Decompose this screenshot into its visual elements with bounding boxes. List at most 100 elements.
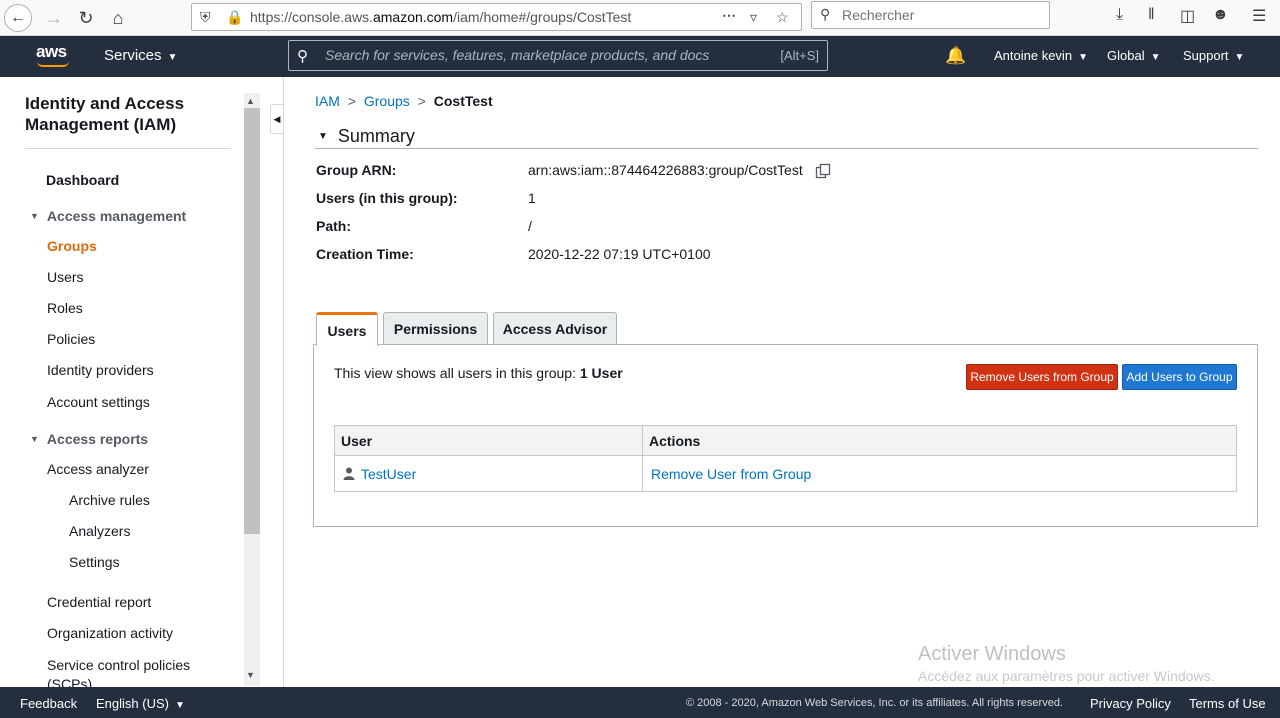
triangle-down-icon: ▼ [318, 131, 328, 142]
sidebar-item-account-settings[interactable]: Account settings [47, 394, 150, 410]
service-search-input[interactable] [325, 47, 745, 63]
pocket-icon[interactable]: ▿ [750, 9, 757, 26]
remove-user-from-group-link[interactable]: Remove User from Group [651, 466, 811, 482]
region-menu[interactable]: Global ▼ [1107, 48, 1160, 63]
service-search-box[interactable]: ⚲ [Alt+S] [288, 40, 828, 71]
browser-search-box[interactable]: ⚲ [811, 1, 1050, 29]
sidebar-scroll-thumb[interactable] [244, 108, 260, 534]
triangle-down-icon: ▼ [30, 211, 39, 221]
sidebar-item-policies[interactable]: Policies [47, 331, 95, 347]
bookmark-star-icon[interactable]: ☆ [776, 9, 789, 26]
windows-activation-watermark-title: Activer Windows [918, 643, 1066, 665]
remove-users-button[interactable]: Remove Users from Group [966, 364, 1118, 390]
caret-down-icon: ▼ [167, 52, 178, 63]
triangle-down-icon: ▼ [30, 434, 39, 444]
copy-icon[interactable] [815, 163, 831, 179]
users-count-value: 1 [528, 190, 536, 206]
users-info-text: This view shows all users in this group:… [334, 365, 623, 381]
caret-down-icon: ▼ [1078, 52, 1088, 63]
sidebar-item-credential-report[interactable]: Credential report [47, 594, 151, 610]
sidebar-item-scps[interactable]: Service control policies (SCPs) [47, 656, 217, 687]
download-icon[interactable]: ⤓ [1116, 6, 1123, 24]
creation-time-value: 2020-12-22 07:19 UTC+0100 [528, 246, 711, 262]
shield-icon: ⛨ [200, 9, 211, 25]
sidebar-border [283, 77, 284, 687]
creation-time-label: Creation Time: [316, 246, 414, 262]
path-value: / [528, 218, 532, 234]
privacy-policy-link[interactable]: Privacy Policy [1090, 696, 1171, 711]
collapse-sidebar-icon[interactable]: ◀ [270, 104, 284, 134]
column-divider [642, 426, 643, 491]
sidebar-section-access-management[interactable]: ▼ Access management [30, 208, 186, 224]
sidebar-item-groups[interactable]: Groups [47, 238, 97, 254]
support-menu[interactable]: Support ▼ [1183, 48, 1244, 63]
path-label: Path: [316, 218, 351, 234]
breadcrumb-separator: > [417, 93, 426, 109]
sidebar-item-access-analyzer[interactable]: Access analyzer [47, 461, 149, 477]
sidebar-section-access-reports[interactable]: ▼ Access reports [30, 431, 148, 447]
tab-permissions[interactable]: Permissions [383, 312, 488, 345]
aws-top-nav: aws Services▼ ⚲ [Alt+S] 🔔 Antoine kevin▼… [0, 36, 1280, 77]
users-count-label: Users (in this group): [316, 190, 458, 206]
terms-of-use-link[interactable]: Terms of Use [1189, 696, 1266, 711]
summary-heading[interactable]: ▼ Summary [318, 126, 415, 147]
sidebar-item-settings[interactable]: Settings [69, 554, 120, 570]
breadcrumb: IAM > Groups > CostTest [315, 93, 493, 109]
sidebar-title: Identity and Access Management (IAM) [25, 94, 185, 134]
url-text: https://console.aws.amazon.com/iam/home#… [250, 9, 632, 25]
account-menu[interactable]: Antoine kevin ▼ [994, 48, 1088, 63]
sidebar-toggle-icon[interactable]: ◫ [1180, 6, 1195, 26]
back-arrow-icon[interactable]: ← [4, 4, 32, 32]
account-icon[interactable]: ☻ [1212, 6, 1229, 24]
table-row: TestUser [361, 466, 416, 482]
home-icon[interactable]: ⌂ [104, 4, 132, 32]
scroll-down-icon[interactable]: ▼ [246, 670, 255, 680]
search-shortcut-hint: [Alt+S] [780, 48, 819, 63]
url-bar[interactable]: ⛨ 🔒 https://console.aws.amazon.com/iam/h… [191, 3, 802, 31]
summary-divider [315, 148, 1258, 149]
sidebar-item-organization-activity[interactable]: Organization activity [47, 625, 173, 641]
browser-toolbar: ← → ↻ ⌂ ⛨ 🔒 https://console.aws.amazon.c… [0, 0, 1280, 36]
services-menu[interactable]: Services ▼ [104, 47, 177, 64]
iam-sidebar: Identity and Access Management (IAM) Das… [0, 77, 262, 687]
forward-arrow-icon[interactable]: → [40, 4, 68, 32]
library-icon[interactable]: ‖ [1148, 6, 1155, 24]
caret-down-icon: ▼ [1150, 52, 1161, 63]
table-header: User Actions [335, 426, 1236, 456]
sidebar-item-roles[interactable]: Roles [47, 300, 83, 316]
console-footer: Feedback English (US) ▼ © 2008 - 2020, Am… [0, 687, 1280, 718]
aws-logo[interactable]: aws [36, 42, 67, 62]
copyright-text: © 2008 - 2020, Amazon Web Services, Inc.… [686, 697, 1063, 709]
sidebar-item-identity-providers[interactable]: Identity providers [47, 362, 154, 378]
menu-icon[interactable]: ☰ [1252, 6, 1266, 26]
user-link-testuser[interactable]: TestUser [361, 466, 416, 482]
column-header-actions: Actions [649, 433, 701, 449]
sidebar-item-users[interactable]: Users [47, 269, 84, 285]
group-arn-label: Group ARN: [316, 162, 397, 178]
sidebar-item-archive-rules[interactable]: Archive rules [69, 492, 150, 508]
add-users-button[interactable]: Add Users to Group [1122, 364, 1237, 390]
caret-down-icon: ▼ [1234, 52, 1245, 63]
more-dots-icon[interactable]: ⋯ [722, 7, 736, 24]
feedback-link[interactable]: Feedback [20, 696, 77, 711]
breadcrumb-current: CostTest [433, 93, 493, 109]
notifications-bell-icon[interactable]: 🔔 [945, 46, 966, 66]
sidebar-item-dashboard[interactable]: Dashboard [46, 172, 119, 188]
column-header-user: User [341, 433, 373, 449]
lock-icon: 🔒 [226, 9, 244, 25]
group-users-table: User Actions TestUser Remove User from G… [334, 425, 1237, 492]
language-selector[interactable]: English (US) ▼ [96, 696, 185, 711]
group-arn-value: arn:aws:iam::874464226883:group/CostTest [528, 162, 803, 178]
sidebar-divider [25, 148, 231, 149]
scroll-up-icon[interactable]: ▲ [246, 96, 255, 106]
windows-activation-watermark-text: Accédez aux paramètres pour activer Wind… [918, 668, 1215, 684]
aws-logo-smile [37, 61, 69, 67]
reload-icon[interactable]: ↻ [72, 4, 100, 32]
user-icon [343, 467, 355, 480]
breadcrumb-groups[interactable]: Groups [364, 93, 410, 109]
tab-access-advisor[interactable]: Access Advisor [493, 312, 617, 345]
browser-search-input[interactable] [842, 7, 1032, 23]
sidebar-item-analyzers[interactable]: Analyzers [69, 523, 130, 539]
breadcrumb-iam[interactable]: IAM [315, 93, 340, 109]
tab-users[interactable]: Users [316, 312, 378, 346]
